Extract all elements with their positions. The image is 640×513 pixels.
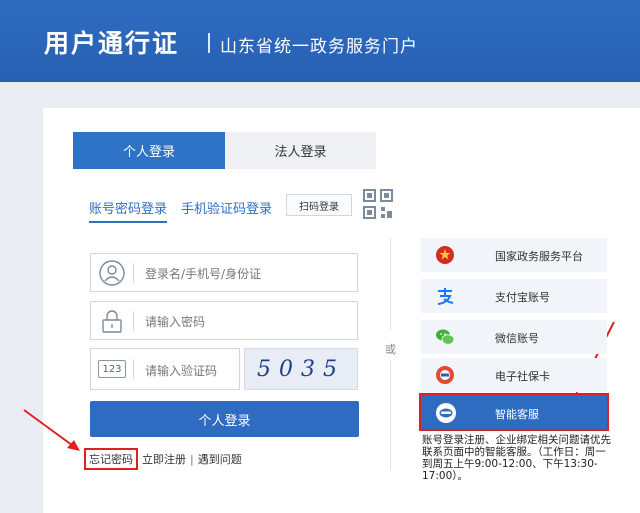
field-divider bbox=[133, 263, 134, 283]
qr-code-icon[interactable] bbox=[363, 189, 393, 219]
lock-icon bbox=[102, 310, 122, 333]
alipay-login-button[interactable]: 支付宝账号 bbox=[421, 279, 607, 313]
social-security-card-login-button[interactable]: 电子社保卡 bbox=[421, 358, 607, 392]
code-placeholder: 请输入验证码 bbox=[145, 364, 218, 378]
tab-phone-code-login[interactable]: 手机验证码登录 bbox=[181, 198, 272, 217]
smart-service-button[interactable]: 智能客服 bbox=[419, 393, 609, 431]
header-bar: 用户通行证 山东省统一政务服务门户 bbox=[0, 0, 640, 82]
user-icon bbox=[99, 260, 125, 286]
wechat-icon bbox=[436, 329, 455, 345]
alt-login-label: 微信账号 bbox=[495, 332, 539, 345]
brand-title: 用户通行证 bbox=[44, 29, 180, 58]
service-hours-note: 账号登录注册、企业绑定相关问题请优先联系页面中的智能客服。（工作日：周一到周五上… bbox=[422, 434, 611, 482]
help-link[interactable]: 遇到问题 bbox=[198, 451, 242, 467]
alipay-icon bbox=[437, 288, 454, 305]
username-field[interactable]: 登录名/手机号/身份证 bbox=[90, 253, 358, 292]
national-emblem-icon bbox=[436, 246, 454, 264]
vertical-divider bbox=[390, 360, 391, 470]
brand-divider bbox=[208, 33, 210, 53]
tab-personal-login[interactable]: 个人登录 bbox=[73, 132, 225, 169]
alt-login-label: 支付宝账号 bbox=[495, 291, 550, 304]
or-label: 或 bbox=[385, 343, 396, 356]
login-links: 忘记密码 立即注册 | 遇到问题 bbox=[84, 448, 246, 470]
register-link[interactable]: 立即注册 bbox=[142, 451, 186, 467]
alt-login-label: 国家政务服务平台 bbox=[495, 250, 583, 263]
verification-code-field[interactable]: 123 请输入验证码 bbox=[90, 348, 240, 390]
alt-login-label: 电子社保卡 bbox=[495, 370, 550, 383]
field-divider bbox=[133, 359, 134, 379]
portal-title: 山东省统一政务服务门户 bbox=[220, 37, 418, 57]
password-field[interactable]: 请输入密码 bbox=[90, 301, 358, 340]
smart-service-icon bbox=[436, 403, 456, 423]
link-separator: | bbox=[190, 452, 194, 466]
tab-legal-login[interactable]: 法人登录 bbox=[225, 132, 376, 169]
wechat-login-button[interactable]: 微信账号 bbox=[421, 320, 607, 354]
captcha-image[interactable]: 5035 bbox=[244, 348, 358, 390]
password-placeholder: 请输入密码 bbox=[145, 315, 206, 329]
code-icon: 123 bbox=[98, 360, 126, 378]
field-divider bbox=[133, 311, 134, 331]
personal-login-button[interactable]: 个人登录 bbox=[90, 401, 359, 437]
national-platform-login-button[interactable]: 国家政务服务平台 bbox=[421, 238, 607, 272]
forgot-password-link[interactable]: 忘记密码 bbox=[84, 448, 138, 470]
alt-login-label: 智能客服 bbox=[495, 408, 539, 421]
social-security-card-icon bbox=[436, 366, 454, 384]
vertical-divider bbox=[390, 238, 391, 330]
username-placeholder: 登录名/手机号/身份证 bbox=[145, 267, 262, 281]
tab-account-password-login[interactable]: 账号密码登录 bbox=[89, 198, 168, 223]
scan-login-button[interactable]: 扫码登录 bbox=[286, 194, 352, 216]
